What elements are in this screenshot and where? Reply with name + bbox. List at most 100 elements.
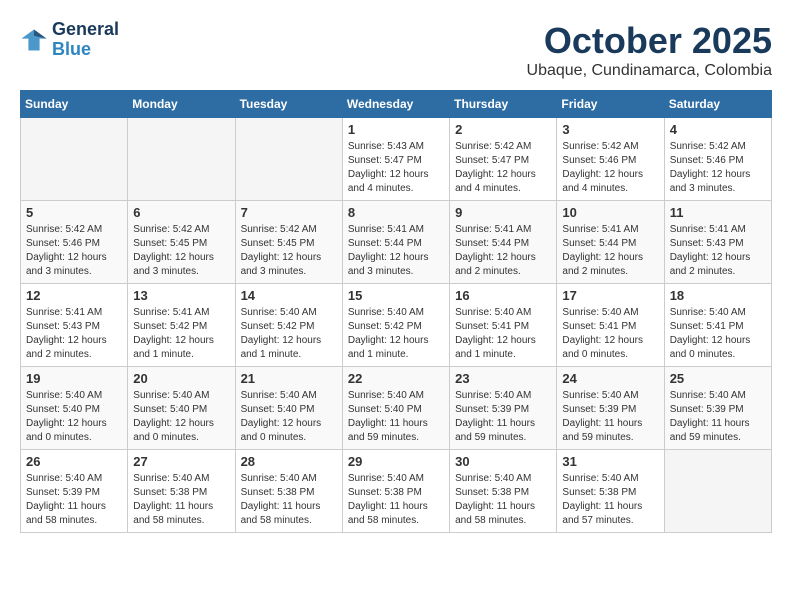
day-number: 1 — [348, 122, 444, 137]
cell-info: Sunrise: 5:42 AM Sunset: 5:46 PM Dayligh… — [26, 223, 122, 279]
day-header-row: SundayMondayTuesdayWednesdayThursdayFrid… — [21, 91, 772, 118]
calendar-cell: 31Sunrise: 5:40 AM Sunset: 5:38 PM Dayli… — [557, 450, 664, 533]
day-header-tuesday: Tuesday — [235, 91, 342, 118]
calendar-cell: 18Sunrise: 5:40 AM Sunset: 5:41 PM Dayli… — [664, 284, 771, 367]
cell-info: Sunrise: 5:41 AM Sunset: 5:44 PM Dayligh… — [562, 223, 658, 279]
calendar-cell: 4 Sunrise: 5:42 AM Sunset: 5:46 PM Daylig… — [664, 118, 771, 201]
day-number: 9 — [455, 205, 551, 220]
calendar-cell: 22Sunrise: 5:40 AM Sunset: 5:40 PM Dayli… — [342, 367, 449, 450]
day-header-wednesday: Wednesday — [342, 91, 449, 118]
day-header-friday: Friday — [557, 91, 664, 118]
calendar-cell: 27 Sunrise: 5:40 AM Sunset: 5:38 PM Dayli… — [128, 450, 235, 533]
day-number: 15 — [348, 288, 444, 303]
day-number: 3 — [562, 122, 658, 137]
calendar-cell: 10 Sunrise: 5:41 AM Sunset: 5:44 PM Dayli… — [557, 201, 664, 284]
calendar-cell: 3 Sunrise: 5:42 AM Sunset: 5:46 PM Daylig… — [557, 118, 664, 201]
calendar-cell: 30 Sunrise: 5:40 AM Sunset: 5:38 PM Dayli… — [450, 450, 557, 533]
cell-info: Sunrise: 5:40 AM Sunset: 5:39 PM Dayligh… — [562, 389, 658, 445]
page-header: General Blue October 2025 Ubaque, Cundin… — [20, 20, 772, 80]
cell-info: Sunrise: 5:40 AM Sunset: 5:38 PM Dayligh… — [348, 472, 444, 528]
calendar-cell — [21, 118, 128, 201]
calendar-cell: 9 Sunrise: 5:41 AM Sunset: 5:44 PM Daylig… — [450, 201, 557, 284]
cell-info: Sunrise: 5:40 AM Sunset: 5:40 PM Dayligh… — [133, 389, 229, 445]
calendar-cell: 7 Sunrise: 5:42 AM Sunset: 5:45 PM Daylig… — [235, 201, 342, 284]
day-number: 16 — [455, 288, 551, 303]
day-number: 31 — [562, 454, 658, 469]
cell-info: Sunrise: 5:42 AM Sunset: 5:45 PM Dayligh… — [241, 223, 337, 279]
cell-info: Sunrise: 5:43 AM Sunset: 5:47 PM Dayligh… — [348, 140, 444, 196]
calendar-cell: 8 Sunrise: 5:41 AM Sunset: 5:44 PM Daylig… — [342, 201, 449, 284]
day-number: 21 — [241, 371, 337, 386]
title-block: October 2025 Ubaque, Cundinamarca, Colom… — [527, 20, 772, 80]
calendar-cell: 16 Sunrise: 5:40 AM Sunset: 5:41 PM Dayli… — [450, 284, 557, 367]
calendar-cell — [235, 118, 342, 201]
cell-info: Sunrise: 5:41 AM Sunset: 5:44 PM Dayligh… — [455, 223, 551, 279]
logo: General Blue — [20, 20, 119, 60]
cell-info: Sunrise: 5:40 AM Sunset: 5:39 PM Dayligh… — [26, 472, 122, 528]
day-header-saturday: Saturday — [664, 91, 771, 118]
calendar-cell: 29 Sunrise: 5:40 AM Sunset: 5:38 PM Dayli… — [342, 450, 449, 533]
location-subtitle: Ubaque, Cundinamarca, Colombia — [527, 62, 772, 80]
cell-info: Sunrise: 5:41 AM Sunset: 5:44 PM Dayligh… — [348, 223, 444, 279]
cell-info: Sunrise: 5:40 AM Sunset: 5:42 PM Dayligh… — [348, 306, 444, 362]
cell-info: Sunrise: 5:40 AM Sunset: 5:42 PM Dayligh… — [241, 306, 337, 362]
day-header-sunday: Sunday — [21, 91, 128, 118]
day-number: 5 — [26, 205, 122, 220]
day-number: 26 — [26, 454, 122, 469]
cell-info: Sunrise: 5:40 AM Sunset: 5:38 PM Dayligh… — [133, 472, 229, 528]
logo-line2: Blue — [52, 40, 119, 60]
calendar-cell: 28Sunrise: 5:40 AM Sunset: 5:38 PM Dayli… — [235, 450, 342, 533]
cell-info: Sunrise: 5:42 AM Sunset: 5:46 PM Dayligh… — [562, 140, 658, 196]
day-number: 13 — [133, 288, 229, 303]
calendar-cell: 26 Sunrise: 5:40 AM Sunset: 5:39 PM Dayli… — [21, 450, 128, 533]
day-number: 17 — [562, 288, 658, 303]
week-row-1: 1 Sunrise: 5:43 AM Sunset: 5:47 PM Daylig… — [21, 118, 772, 201]
calendar-cell: 20 Sunrise: 5:40 AM Sunset: 5:40 PM Dayli… — [128, 367, 235, 450]
calendar-cell: 6Sunrise: 5:42 AM Sunset: 5:45 PM Daylig… — [128, 201, 235, 284]
cell-info: Sunrise: 5:40 AM Sunset: 5:39 PM Dayligh… — [670, 389, 766, 445]
cell-info: Sunrise: 5:40 AM Sunset: 5:40 PM Dayligh… — [348, 389, 444, 445]
calendar-cell — [664, 450, 771, 533]
day-number: 10 — [562, 205, 658, 220]
week-row-3: 12 Sunrise: 5:41 AM Sunset: 5:43 PM Dayli… — [21, 284, 772, 367]
calendar-cell: 17 Sunrise: 5:40 AM Sunset: 5:41 PM Dayli… — [557, 284, 664, 367]
day-header-thursday: Thursday — [450, 91, 557, 118]
calendar-cell: 2Sunrise: 5:42 AM Sunset: 5:47 PM Daylig… — [450, 118, 557, 201]
cell-info: Sunrise: 5:40 AM Sunset: 5:40 PM Dayligh… — [26, 389, 122, 445]
day-number: 30 — [455, 454, 551, 469]
calendar-cell: 12 Sunrise: 5:41 AM Sunset: 5:43 PM Dayli… — [21, 284, 128, 367]
calendar-cell: 5 Sunrise: 5:42 AM Sunset: 5:46 PM Daylig… — [21, 201, 128, 284]
cell-info: Sunrise: 5:40 AM Sunset: 5:38 PM Dayligh… — [455, 472, 551, 528]
day-number: 4 — [670, 122, 766, 137]
calendar-cell: 13Sunrise: 5:41 AM Sunset: 5:42 PM Dayli… — [128, 284, 235, 367]
day-number: 7 — [241, 205, 337, 220]
calendar-cell: 15 Sunrise: 5:40 AM Sunset: 5:42 PM Dayli… — [342, 284, 449, 367]
day-number: 6 — [133, 205, 229, 220]
day-number: 14 — [241, 288, 337, 303]
day-number: 8 — [348, 205, 444, 220]
day-number: 12 — [26, 288, 122, 303]
day-number: 27 — [133, 454, 229, 469]
day-header-monday: Monday — [128, 91, 235, 118]
calendar-cell: 14 Sunrise: 5:40 AM Sunset: 5:42 PM Dayli… — [235, 284, 342, 367]
day-number: 11 — [670, 205, 766, 220]
logo-icon — [20, 26, 48, 54]
logo-line1: General — [52, 20, 119, 40]
month-title: October 2025 — [527, 20, 772, 62]
day-number: 18 — [670, 288, 766, 303]
cell-info: Sunrise: 5:42 AM Sunset: 5:46 PM Dayligh… — [670, 140, 766, 196]
calendar-table: SundayMondayTuesdayWednesdayThursdayFrid… — [20, 90, 772, 533]
day-number: 20 — [133, 371, 229, 386]
cell-info: Sunrise: 5:40 AM Sunset: 5:41 PM Dayligh… — [562, 306, 658, 362]
calendar-cell: 23Sunrise: 5:40 AM Sunset: 5:39 PM Dayli… — [450, 367, 557, 450]
day-number: 29 — [348, 454, 444, 469]
week-row-4: 19 Sunrise: 5:40 AM Sunset: 5:40 PM Dayli… — [21, 367, 772, 450]
cell-info: Sunrise: 5:40 AM Sunset: 5:41 PM Dayligh… — [455, 306, 551, 362]
cell-info: Sunrise: 5:41 AM Sunset: 5:43 PM Dayligh… — [26, 306, 122, 362]
week-row-5: 26 Sunrise: 5:40 AM Sunset: 5:39 PM Dayli… — [21, 450, 772, 533]
day-number: 25 — [670, 371, 766, 386]
day-number: 2 — [455, 122, 551, 137]
day-number: 19 — [26, 371, 122, 386]
calendar-cell: 1 Sunrise: 5:43 AM Sunset: 5:47 PM Daylig… — [342, 118, 449, 201]
day-number: 23 — [455, 371, 551, 386]
